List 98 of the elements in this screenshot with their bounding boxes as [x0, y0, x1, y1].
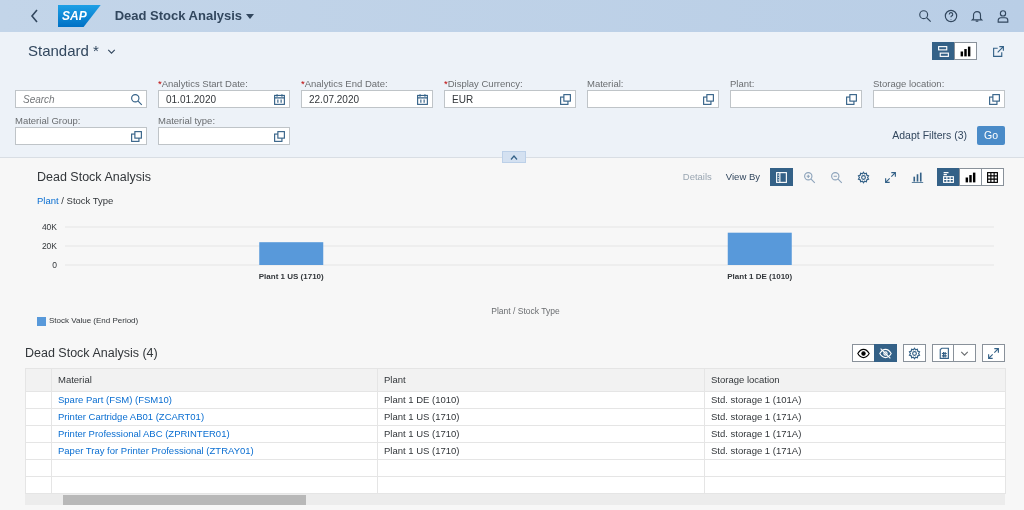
- settings-icon: [856, 170, 870, 184]
- input-field[interactable]: EUR: [444, 90, 576, 108]
- bar-chart-button[interactable]: [959, 168, 982, 187]
- value-help-icon: [559, 92, 572, 106]
- legend-icon: [775, 170, 788, 184]
- axis-category-label: Plant 1 US (1710): [258, 272, 324, 281]
- table-cell: Std. storage 1 (171A): [711, 410, 802, 422]
- variant-selector[interactable]: Standard *: [15, 39, 99, 63]
- table-button[interactable]: [981, 168, 1004, 187]
- axis-tick-label: 20K: [41, 241, 57, 251]
- axis-tick-label: 40K: [41, 222, 57, 232]
- settings-icon: [908, 346, 921, 360]
- fullscreen-icon: [883, 170, 897, 184]
- field-label: Material Group:: [15, 115, 81, 126]
- input-field[interactable]: [158, 127, 290, 145]
- input-field[interactable]: [730, 90, 862, 108]
- breadcrumb-separator: /: [60, 194, 65, 206]
- bar-chart-icon: [959, 44, 972, 58]
- table-cell: Plant 1 US (1710): [384, 444, 460, 456]
- adapt-filters-link[interactable]: Adapt Filters (3): [892, 127, 967, 145]
- bar: [727, 232, 792, 265]
- column-header[interactable]: Storage location: [704, 368, 1006, 392]
- app-title-menu[interactable]: Dead Stock Analysis: [114, 6, 243, 26]
- eye-slash-icon: [879, 346, 892, 360]
- axis-tick-label: 0: [52, 260, 57, 270]
- export-menu-button[interactable]: [953, 344, 976, 362]
- field-label: Plant:: [730, 78, 755, 89]
- value-help-icon: [273, 129, 286, 143]
- column-header[interactable]: Plant: [377, 368, 705, 392]
- zoom-out-icon: [829, 170, 843, 184]
- legend-label: Stock Value (End Period): [49, 315, 139, 327]
- share-icon: [991, 44, 1005, 58]
- breadcrumb-link[interactable]: Plant: [37, 194, 59, 206]
- calendar-icon: [416, 92, 429, 106]
- table-cell: Std. storage 1 (171A): [711, 427, 802, 439]
- back-icon[interactable]: [30, 9, 40, 23]
- required-mark: *: [158, 78, 162, 89]
- bar-chart-icon: [910, 170, 924, 184]
- filter-bar-button[interactable]: [932, 42, 955, 60]
- horizontal-scrollbar[interactable]: [25, 494, 1005, 505]
- input-field[interactable]: [15, 127, 147, 145]
- table-title: Dead Stock Analysis (4): [25, 344, 158, 362]
- column-header[interactable]: Material: [51, 368, 378, 392]
- search-icon[interactable]: [918, 9, 932, 23]
- chart-table-button[interactable]: [937, 168, 960, 187]
- field-label: Material type:: [158, 115, 216, 126]
- legend-button[interactable]: [770, 168, 793, 187]
- value-help-icon: [130, 129, 143, 143]
- table-cell: Plant 1 US (1710): [384, 410, 460, 422]
- table-cell: Std. storage 1 (171A): [711, 444, 802, 456]
- eye-icon: [857, 346, 870, 360]
- help-icon[interactable]: [944, 9, 958, 23]
- axis-title: Plant / Stock Type: [491, 306, 560, 316]
- date-field[interactable]: 22.07.2020: [301, 90, 433, 108]
- fullscreen-button[interactable]: [982, 344, 1005, 362]
- field-label: Material:: [587, 78, 624, 89]
- field-label: Display Currency:: [447, 78, 523, 89]
- table-cell: Std. storage 1 (101A): [711, 393, 802, 405]
- required-mark: *: [444, 78, 448, 89]
- chart-title: Dead Stock Analysis: [37, 169, 151, 186]
- view-by-button[interactable]: View By: [725, 168, 760, 187]
- date-field[interactable]: 01.01.2020: [158, 90, 290, 108]
- zoom-in-icon: [802, 170, 816, 184]
- bar: [259, 242, 324, 265]
- filter-bar-icon: [937, 44, 950, 58]
- value-help-icon: [988, 92, 1001, 106]
- chevron-up-icon: [510, 154, 518, 160]
- collapse-button[interactable]: [502, 151, 526, 163]
- go-button[interactable]: Go: [977, 126, 1005, 145]
- table-icon: [986, 170, 999, 184]
- required-mark: *: [301, 78, 305, 89]
- bar-chart-icon: [964, 170, 977, 184]
- search-field[interactable]: Search: [15, 90, 147, 108]
- logo: SAP: [58, 5, 101, 27]
- user-icon[interactable]: [996, 9, 1010, 23]
- breadcrumb-current: Stock Type: [66, 194, 114, 206]
- table-cell: Plant 1 DE (1010): [384, 393, 460, 405]
- input-field[interactable]: [587, 90, 719, 108]
- value-help-icon: [845, 92, 858, 106]
- field-label: Analytics Start Date:: [161, 78, 248, 89]
- value-help-icon: [702, 92, 715, 106]
- axis-category-label: Plant 1 DE (1010): [727, 272, 793, 281]
- caret-icon: [246, 13, 255, 19]
- eye-slash-button[interactable]: [874, 344, 897, 362]
- input-field[interactable]: [873, 90, 1005, 108]
- chart-table-icon: [942, 170, 955, 184]
- field-label: Analytics End Date:: [304, 78, 388, 89]
- bell-icon[interactable]: [970, 9, 984, 23]
- fullscreen-icon: [987, 346, 1000, 360]
- settings-button[interactable]: [903, 344, 926, 362]
- bar-chart-button[interactable]: [954, 42, 977, 60]
- table-cell: Plant 1 US (1710): [384, 427, 460, 439]
- scrollbar-thumb[interactable]: [63, 495, 306, 505]
- calendar-icon: [273, 92, 286, 106]
- export-button[interactable]: [932, 344, 954, 362]
- eye-button[interactable]: [852, 344, 875, 362]
- field-label: Storage location:: [873, 78, 945, 89]
- search-icon: [130, 92, 143, 106]
